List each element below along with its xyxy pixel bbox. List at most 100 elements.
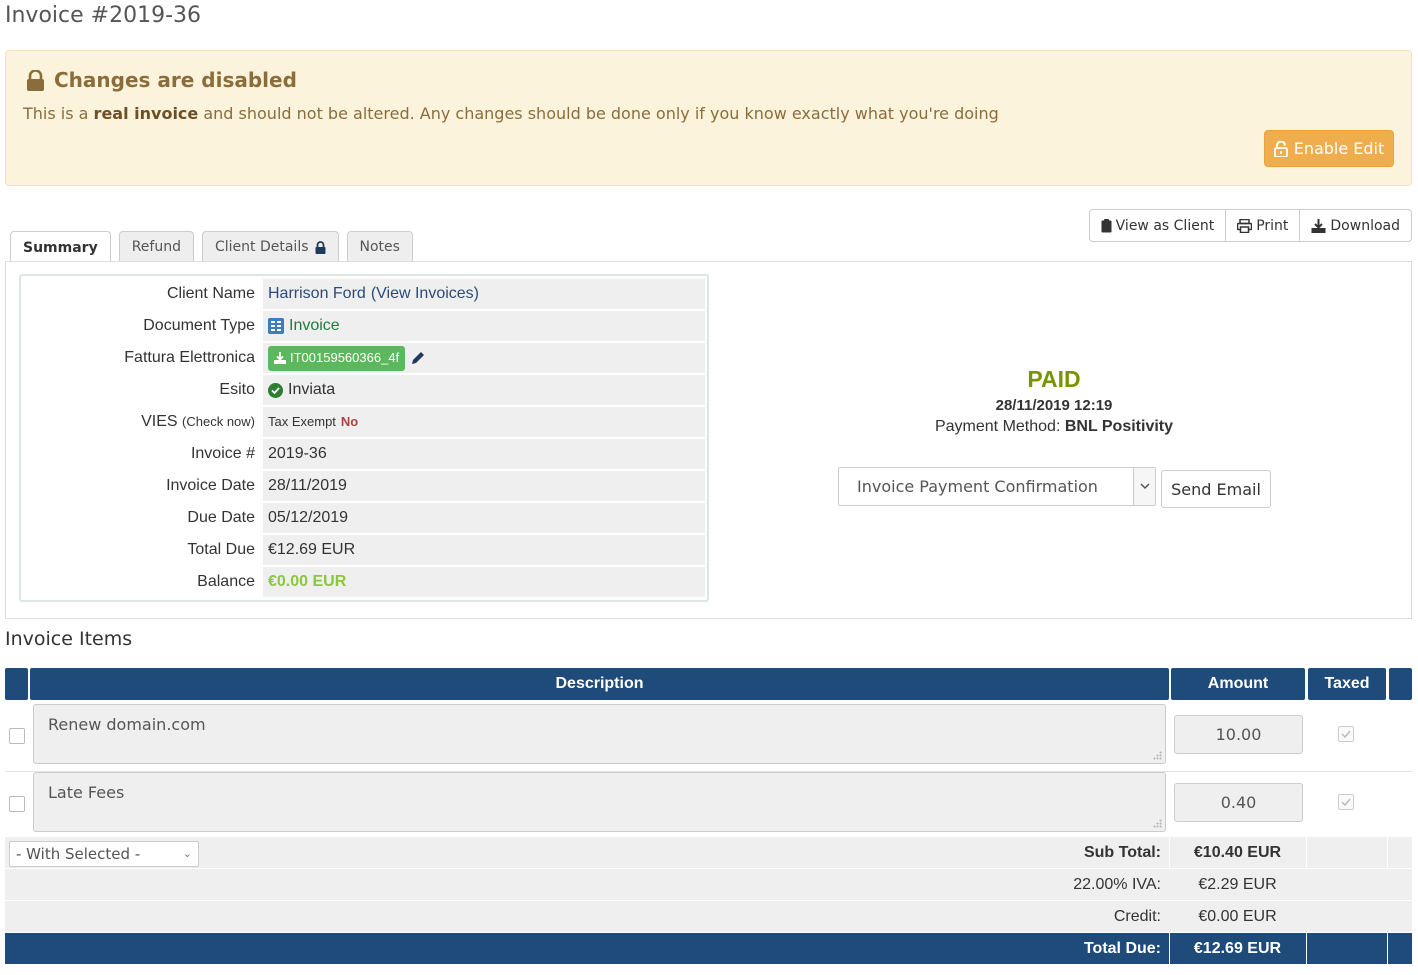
payment-status: PAID 28/11/2019 12:19 Payment Method: BN… bbox=[836, 366, 1272, 436]
client-name-label: Client Name bbox=[166, 285, 255, 302]
fattura-number: IT00159560366_4f bbox=[290, 350, 400, 365]
clipboard-icon bbox=[1101, 218, 1112, 232]
print-label: Print bbox=[1256, 217, 1289, 234]
invoice-number-value: 2019-36 bbox=[263, 439, 705, 469]
header-amount: Amount bbox=[1171, 668, 1305, 700]
summary-row-invoice-number: Invoice # 2019-36 bbox=[23, 438, 705, 470]
lock-icon bbox=[27, 69, 44, 91]
changes-disabled-alert: Changes are disabled This is a real invo… bbox=[5, 50, 1412, 186]
summary-row-balance: Balance €0.00 EUR bbox=[23, 566, 705, 598]
paid-date: 28/11/2019 12:19 bbox=[995, 397, 1113, 414]
enable-edit-button[interactable]: Enable Edit bbox=[1264, 130, 1394, 167]
fattura-download-button[interactable]: IT00159560366_4f bbox=[268, 345, 406, 371]
total-due-label: Total Due bbox=[187, 541, 255, 558]
item-amount-field[interactable]: 10.00 bbox=[1174, 715, 1303, 754]
row-checkbox[interactable] bbox=[9, 728, 25, 744]
view-as-client-label: View as Client bbox=[1115, 217, 1215, 234]
due-date-value: 05/12/2019 bbox=[263, 503, 705, 533]
lock-icon bbox=[315, 240, 325, 254]
summary-row-document-type: Document Type Invoice bbox=[23, 310, 705, 342]
vies-label: VIES (Check now) bbox=[141, 413, 255, 430]
row-checkbox[interactable] bbox=[9, 796, 25, 812]
client-name-link[interactable]: Harrison Ford bbox=[268, 279, 366, 309]
fattura-label: Fattura Elettronica bbox=[124, 349, 255, 366]
pencil-icon[interactable] bbox=[410, 350, 426, 366]
check-icon bbox=[1341, 730, 1351, 739]
invoice-items-title: Invoice Items bbox=[5, 628, 133, 650]
header-select-cell bbox=[5, 668, 28, 700]
tax-label: 22.00% IVA: bbox=[1073, 876, 1161, 893]
credit-row: Credit: €0.00 EUR bbox=[5, 901, 1412, 933]
send-email-button[interactable]: Send Email bbox=[1161, 470, 1271, 508]
total-due-row-value: €12.69 EUR bbox=[1193, 940, 1282, 957]
summary-row-client-name: Client Name Harrison Ford (View Invoices) bbox=[23, 278, 705, 310]
item-description-text: Late Fees bbox=[48, 783, 125, 802]
item-amount-field[interactable]: 0.40 bbox=[1174, 783, 1303, 822]
credit-label: Credit: bbox=[1113, 908, 1161, 925]
tab-client-details[interactable]: Client Details bbox=[201, 231, 339, 262]
summary-row-total-due: Total Due €12.69 EUR bbox=[23, 534, 705, 566]
invoice-number-label: Invoice # bbox=[190, 445, 255, 462]
tab-notes[interactable]: Notes bbox=[346, 231, 413, 262]
invoice-totals: - With Selected - ⌄ Sub Total: €10.40 EU… bbox=[5, 837, 1412, 965]
paid-status: PAID bbox=[1027, 366, 1081, 392]
esito-text: Inviata bbox=[288, 381, 336, 398]
item-description-field[interactable]: Late Fees bbox=[33, 772, 1166, 832]
item-description-field[interactable]: Renew domain.com bbox=[33, 704, 1166, 764]
alert-text-bold: real invoice bbox=[93, 104, 199, 123]
download-icon bbox=[1311, 218, 1326, 233]
invoice-tabs: Summary Refund Client Details Notes bbox=[10, 231, 413, 263]
check-icon bbox=[1341, 798, 1351, 807]
document-icon bbox=[268, 318, 284, 334]
vies-value: Tax Exempt No bbox=[263, 407, 705, 437]
subtotal-row: - With Selected - ⌄ Sub Total: €10.40 EU… bbox=[5, 837, 1412, 869]
tab-refund[interactable]: Refund bbox=[118, 231, 194, 262]
invoice-date-label: Invoice Date bbox=[166, 477, 255, 494]
payment-method-value: BNL Positivity bbox=[1064, 418, 1174, 435]
esito-value: Inviata bbox=[263, 375, 705, 405]
document-type-value: Invoice bbox=[263, 311, 705, 341]
esito-label: Esito bbox=[219, 381, 255, 398]
email-template-select[interactable]: Invoice Payment Confirmation bbox=[838, 467, 1156, 506]
print-button[interactable]: Print bbox=[1225, 210, 1299, 241]
alert-text: This is a real invoice and should not be… bbox=[23, 104, 999, 123]
invoice-actions: View as Client Print Download bbox=[1088, 209, 1412, 242]
table-row: Renew domain.com 10.00 bbox=[5, 704, 1412, 772]
summary-panel: Client Name Harrison Ford (View Invoices)… bbox=[5, 261, 1412, 619]
balance-value: €0.00 EUR bbox=[263, 567, 705, 597]
resize-grip-icon[interactable] bbox=[1153, 751, 1162, 760]
due-date-label: Due Date bbox=[187, 509, 255, 526]
download-button[interactable]: Download bbox=[1299, 210, 1411, 241]
chevron-down-icon bbox=[1133, 468, 1155, 505]
summary-row-fattura: Fattura Elettronica IT00159560366_4f bbox=[23, 342, 705, 374]
taxed-checkbox[interactable] bbox=[1338, 794, 1354, 810]
invoice-date-value: 28/11/2019 bbox=[263, 471, 705, 501]
total-due-row: Total Due: €12.69 EUR bbox=[5, 933, 1412, 965]
item-description-text: Renew domain.com bbox=[48, 715, 206, 734]
tax-exempt-label: Tax Exempt bbox=[268, 414, 336, 429]
view-invoices-link[interactable]: (View Invoices) bbox=[371, 279, 479, 309]
taxed-checkbox[interactable] bbox=[1338, 726, 1354, 742]
tax-row: 22.00% IVA: €2.29 EUR bbox=[5, 869, 1412, 901]
print-icon bbox=[1237, 218, 1253, 233]
with-selected-value: - With Selected - bbox=[16, 845, 141, 863]
credit-value: €0.00 EUR bbox=[1198, 908, 1277, 925]
resize-grip-icon[interactable] bbox=[1153, 819, 1162, 828]
view-as-client-button[interactable]: View as Client bbox=[1090, 210, 1226, 241]
items-table-header: Description Amount Taxed bbox=[5, 668, 1412, 700]
with-selected-dropdown[interactable]: - With Selected - ⌄ bbox=[9, 841, 199, 867]
summary-row-invoice-date: Invoice Date 28/11/2019 bbox=[23, 470, 705, 502]
summary-row-due-date: Due Date 05/12/2019 bbox=[23, 502, 705, 534]
total-due-value: €12.69 EUR bbox=[263, 535, 705, 565]
header-action-cell bbox=[1389, 668, 1412, 700]
table-row: Late Fees 0.40 bbox=[5, 772, 1412, 840]
subtotal-label: Sub Total: bbox=[1083, 844, 1161, 861]
vies-check-now-link[interactable]: (Check now) bbox=[182, 414, 255, 429]
header-description: Description bbox=[30, 668, 1169, 700]
download-icon bbox=[274, 352, 286, 364]
header-taxed: Taxed bbox=[1308, 668, 1386, 700]
document-type-link[interactable]: Invoice bbox=[289, 311, 340, 341]
balance-label: Balance bbox=[197, 573, 255, 590]
document-type-label: Document Type bbox=[143, 317, 255, 334]
tab-summary[interactable]: Summary bbox=[10, 231, 111, 263]
